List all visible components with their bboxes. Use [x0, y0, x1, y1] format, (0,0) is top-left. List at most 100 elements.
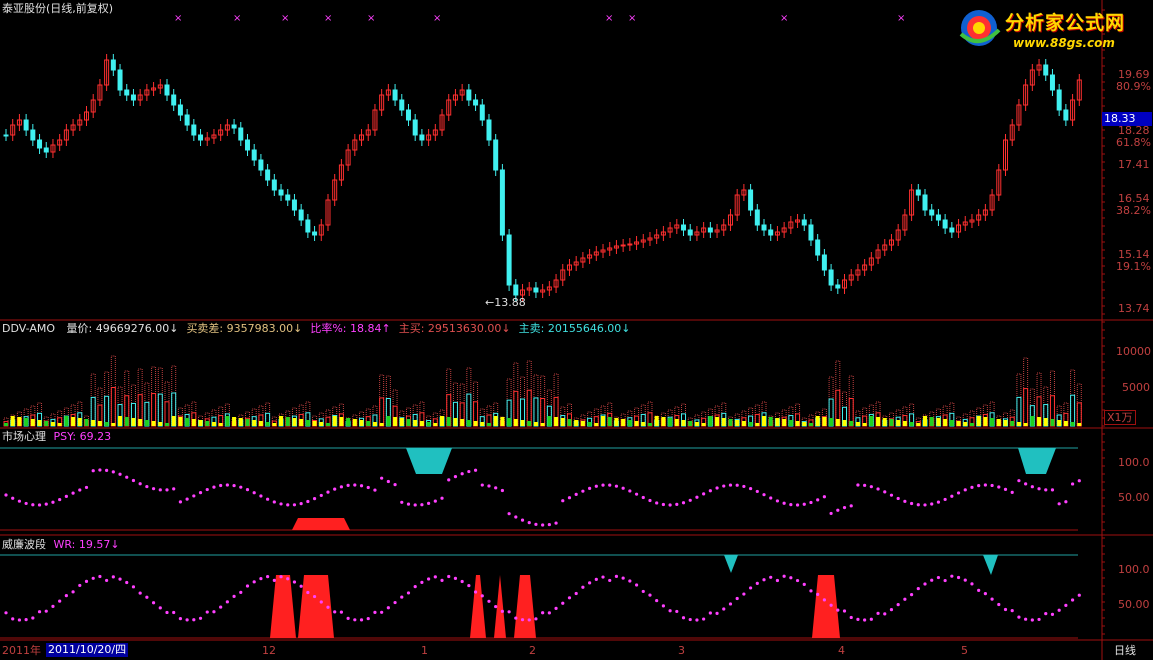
volume-bar-net: [842, 420, 847, 426]
candle-body: [942, 219, 948, 229]
wr-dot: [715, 611, 719, 615]
psy-dot: [675, 502, 679, 507]
volume-bar-net: [594, 423, 599, 426]
wr-dot: [507, 610, 511, 614]
psy-dot: [775, 499, 780, 503]
wr-dot: [326, 605, 330, 609]
wr-dot: [346, 616, 350, 620]
wr-dot: [480, 594, 484, 598]
volume-bar-net: [460, 419, 465, 426]
psy-dot: [172, 487, 176, 491]
candle-body: [808, 224, 814, 241]
wr-dot: [178, 617, 183, 621]
psy-dot: [185, 497, 189, 501]
psy-dot: [219, 483, 223, 488]
wr-dot: [198, 616, 203, 620]
wr-dot: [473, 590, 478, 594]
candle-body: [191, 124, 197, 136]
volume-bar-net: [580, 421, 585, 426]
psy-dot: [648, 498, 652, 503]
wr-dot: [990, 597, 994, 601]
volume-bar-total: [466, 367, 472, 427]
wr-dot: [145, 595, 149, 599]
period-button[interactable]: 日线: [1114, 644, 1136, 657]
wr-dot: [554, 606, 558, 610]
wr-dot: [802, 582, 806, 587]
candle-body: [1063, 109, 1069, 121]
psy-dot: [138, 482, 142, 486]
volume-bar-net: [634, 421, 639, 426]
volume-item-4: 主卖: 20155646.00↓: [518, 322, 631, 335]
volume-bar-net: [258, 421, 263, 426]
wr-dot: [695, 618, 699, 622]
volume-bar-net: [346, 418, 351, 426]
psy-dot: [239, 485, 243, 489]
volume-unit-button[interactable]: X1万: [1104, 410, 1136, 425]
psy-dot: [963, 488, 967, 492]
wr-dot: [447, 574, 451, 579]
wr-dot: [863, 618, 867, 622]
wr-dot: [923, 582, 927, 586]
wr-dot: [963, 578, 967, 582]
psy-dot: [755, 489, 759, 494]
volume-bar-net: [560, 418, 565, 426]
wr-dot: [17, 618, 22, 622]
psy-dot: [869, 485, 873, 489]
wr-dot: [111, 575, 115, 579]
wr-dot: [299, 584, 303, 588]
psy-dot: [58, 497, 62, 502]
wr-dot: [185, 618, 189, 622]
volume-item-1: 买卖差: 9357983.00↓: [186, 322, 303, 335]
psy-dot: [292, 503, 297, 507]
volume-item-0: 量价: 49669276.00↓: [66, 322, 179, 335]
wr-dot: [762, 578, 766, 582]
wr-dot: [406, 591, 411, 595]
wr-dot: [950, 574, 954, 578]
psy-dot: [359, 484, 364, 488]
wr-dot: [460, 579, 464, 584]
volume-bar-net: [574, 420, 579, 426]
wr-dot: [286, 577, 290, 581]
psy-dot: [889, 493, 894, 497]
psy-dot: [266, 497, 270, 501]
psy-dot: [520, 518, 525, 522]
psy-dot: [782, 501, 786, 505]
volume-bar-net: [191, 419, 196, 426]
psy-dot: [950, 494, 954, 498]
wr-dot: [970, 582, 974, 586]
volume-bar-net: [493, 416, 498, 426]
volume-bar-total: [97, 387, 103, 427]
psy-dot: [909, 501, 914, 506]
volume-bar-total: [520, 376, 526, 427]
wr-dot: [212, 610, 216, 614]
volume-bar-net: [782, 419, 787, 426]
wr-dot: [983, 592, 987, 596]
psy-dot: [956, 491, 961, 495]
volume-bar-net: [144, 420, 149, 426]
candle-body: [177, 104, 183, 116]
wr-oversold-zone: [514, 575, 536, 638]
volume-bar-flow: [379, 397, 385, 427]
psy-dot: [252, 491, 256, 495]
volume-bar-net: [426, 422, 431, 426]
logo-url: www.88gs.com: [1013, 36, 1115, 50]
psy-dot: [936, 500, 941, 504]
volume-bar-net: [399, 418, 404, 426]
candle-body: [278, 189, 284, 196]
psy-dot: [165, 488, 169, 492]
volume-bar-net: [279, 416, 284, 426]
volume-bar-net: [446, 417, 451, 426]
volume-panel-name: DDV-AMO: [2, 322, 56, 335]
volume-bar-net: [480, 422, 485, 426]
volume-bar-net: [292, 418, 297, 426]
volume-bar-net: [547, 416, 552, 426]
psy-dot: [876, 487, 880, 491]
psy-dot: [527, 521, 531, 525]
wr-dot: [567, 596, 572, 600]
psy-dot: [1050, 488, 1055, 492]
psy-dot: [346, 483, 350, 487]
wr-dot: [561, 601, 565, 605]
axis-label: 61.8%: [1116, 136, 1151, 149]
candle-body: [1049, 74, 1055, 91]
axis-label: 100.0: [1118, 456, 1150, 469]
